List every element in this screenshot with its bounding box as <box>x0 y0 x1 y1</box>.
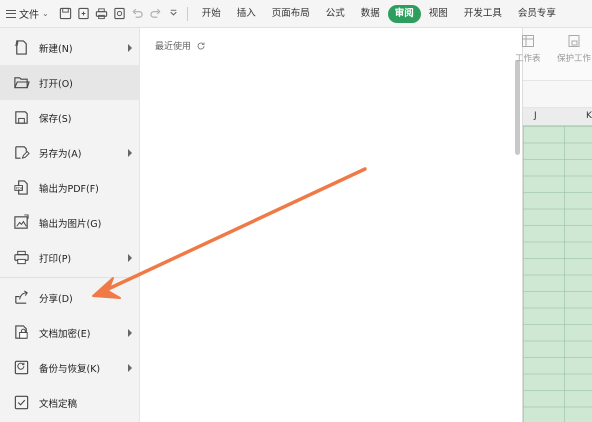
save-as-icon <box>12 144 30 162</box>
worksheet-button[interactable]: 工作表 <box>515 34 541 64</box>
menu-item-export-pdf[interactable]: PDF 输出为PDF(F) <box>0 170 140 205</box>
tab-developer[interactable]: 开发工具 <box>456 5 510 23</box>
menu-item-label: 文档定稿 <box>39 398 78 410</box>
cell-grid[interactable] <box>523 126 592 422</box>
file-menu-panel: 新建(N) 打开(O) 保存(S) 另存为(A) PDF 输出为PDF(F) 输… <box>0 28 140 422</box>
pdf-icon: PDF <box>12 179 30 197</box>
menu-item-label: 打开(O) <box>39 78 73 90</box>
ribbon-label: 保护工作 <box>557 54 592 64</box>
menu-item-print[interactable]: 打印(P) <box>0 240 140 275</box>
column-header-j[interactable]: J <box>534 111 537 121</box>
menu-item-share[interactable]: 分享(D) <box>0 280 140 315</box>
tab-insert[interactable]: 插入 <box>229 5 264 23</box>
chevron-down-icon: ⌄ <box>42 9 49 18</box>
column-header-k[interactable]: K <box>586 111 592 121</box>
menu-divider <box>0 277 140 278</box>
tab-view[interactable]: 视图 <box>421 5 456 23</box>
menu-item-backup[interactable]: 备份与恢复(K) <box>0 350 140 385</box>
menu-item-label: 保存(S) <box>39 113 72 125</box>
menu-item-save-as[interactable]: 另存为(A) <box>0 135 140 170</box>
protect-sheet-icon <box>568 35 580 47</box>
tab-page-layout[interactable]: 页面布局 <box>264 5 318 23</box>
submenu-arrow-icon <box>128 328 132 337</box>
menu-item-open[interactable]: 打开(O) <box>0 65 140 100</box>
worksheet-icon <box>521 35 534 47</box>
column-headers: J K <box>523 108 592 126</box>
recent-title: 最近使用 <box>155 42 192 52</box>
review-ribbon: 工作表 保护工作 <box>515 28 592 80</box>
customize-toolbar-icon[interactable] <box>167 7 181 21</box>
ribbon-label: 工作表 <box>515 54 541 64</box>
encrypt-icon <box>12 324 30 342</box>
tab-review[interactable]: 审阅 <box>387 4 421 23</box>
new-file-icon <box>12 39 30 57</box>
menu-item-label: 文档加密(E) <box>39 328 91 340</box>
menu-item-finalize[interactable]: 文档定稿 <box>0 385 140 420</box>
menu-item-label: 输出为图片(G) <box>39 218 102 230</box>
submenu-arrow-icon <box>128 253 132 262</box>
formula-bar[interactable] <box>523 80 592 108</box>
menu-item-encrypt[interactable]: 文档加密(E) <box>0 315 140 350</box>
recent-header: 最近使用 <box>155 39 206 52</box>
svg-text:PDF: PDF <box>15 187 22 191</box>
menu-item-export-image[interactable]: 输出为图片(G) <box>0 205 140 240</box>
folder-open-icon <box>12 74 30 92</box>
spreadsheet-area: 工作表 保护工作 J K <box>515 28 592 422</box>
file-menu-label: 文件 <box>19 10 39 21</box>
print-quick-icon[interactable] <box>95 7 109 21</box>
recent-scrollbar[interactable] <box>515 60 520 155</box>
submenu-arrow-icon <box>128 43 132 52</box>
hamburger-icon <box>6 9 16 18</box>
undo-icon[interactable] <box>131 7 145 21</box>
save-icon <box>12 109 30 127</box>
menu-item-label: 新建(N) <box>39 43 73 55</box>
tab-home[interactable]: 开始 <box>194 5 229 23</box>
image-export-icon <box>12 214 30 232</box>
top-toolbar: 文件 ⌄ 开始 插入 页面布局 公式 数据 审阅 视图 开发工具 会员专享 <box>0 0 592 28</box>
menu-item-label: 分享(D) <box>39 293 73 305</box>
toolbar-divider <box>186 6 188 21</box>
menu-item-label: 另存为(A) <box>39 148 82 160</box>
ribbon-tabs: 开始 插入 页面布局 公式 数据 审阅 视图 开发工具 会员专享 <box>194 0 564 28</box>
menu-item-label: 打印(P) <box>39 253 72 265</box>
tab-formulas[interactable]: 公式 <box>318 5 353 23</box>
submenu-arrow-icon <box>128 363 132 372</box>
quick-access-toolbar <box>59 7 181 21</box>
menu-item-label: 输出为PDF(F) <box>39 183 99 195</box>
file-menu-button[interactable]: 文件 ⌄ <box>2 3 53 25</box>
export-quick-icon[interactable] <box>77 7 91 21</box>
menu-item-save[interactable]: 保存(S) <box>0 100 140 135</box>
save-quick-icon[interactable] <box>59 7 73 21</box>
protect-sheet-button[interactable]: 保护工作 <box>557 34 591 64</box>
printer-icon <box>12 249 30 267</box>
refresh-icon[interactable] <box>196 41 206 51</box>
recent-files-panel: 最近使用 <box>141 28 516 422</box>
redo-icon[interactable] <box>149 7 163 21</box>
finalize-icon <box>12 394 30 412</box>
share-icon <box>12 289 30 307</box>
menu-item-label: 备份与恢复(K) <box>39 363 101 375</box>
tab-member[interactable]: 会员专享 <box>510 5 564 23</box>
print-preview-quick-icon[interactable] <box>113 7 127 21</box>
backup-icon <box>12 359 30 377</box>
submenu-arrow-icon <box>128 148 132 157</box>
menu-item-new[interactable]: 新建(N) <box>0 30 140 65</box>
tab-data[interactable]: 数据 <box>353 5 388 23</box>
